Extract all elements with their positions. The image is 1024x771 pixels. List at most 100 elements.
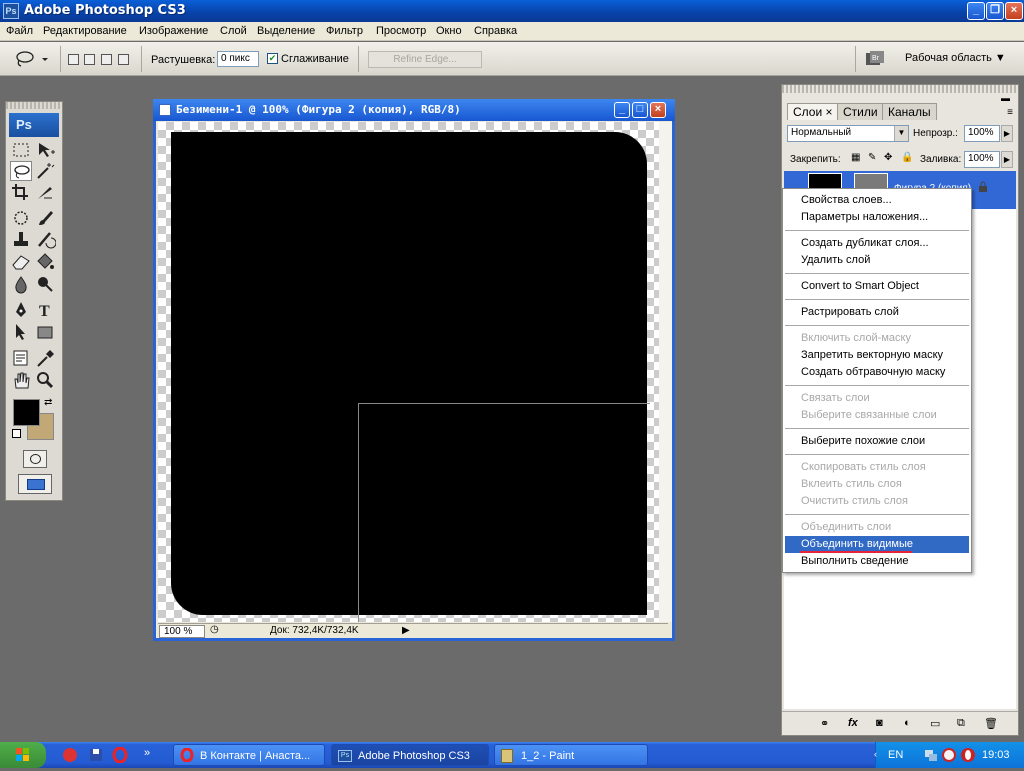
zoom-field[interactable]: 100 % — [159, 625, 205, 638]
menu-item-rasterize-layer[interactable]: Растрировать слой — [785, 304, 969, 321]
fill-field[interactable]: 100% — [964, 151, 1000, 168]
tray-network-icon[interactable] — [923, 747, 939, 763]
new-layer-icon[interactable]: ⧉ — [957, 717, 971, 730]
marquee-tool-icon[interactable] — [10, 140, 32, 160]
taskbar-button-vk[interactable]: В Контакте | Анаста... — [173, 744, 325, 766]
canvas[interactable] — [158, 122, 668, 622]
foreground-color-swatch-top[interactable] — [13, 399, 40, 426]
tray-app-icon[interactable] — [941, 747, 957, 763]
menu-file[interactable]: Файл — [6, 25, 33, 37]
new-selection-icon[interactable] — [68, 54, 79, 65]
clock[interactable]: 19:03 — [982, 749, 1010, 761]
status-info-icon[interactable]: ◷ — [210, 624, 219, 635]
blend-mode-select[interactable]: Нормальный ▼ — [787, 125, 909, 142]
antialias-checkbox[interactable]: ✔ — [267, 53, 278, 64]
crop-tool-icon[interactable] — [10, 182, 32, 202]
menu-item-create-clipping-mask[interactable]: Создать обтравочную маску — [785, 364, 969, 381]
tool-preset-picker[interactable] — [14, 50, 50, 68]
history-brush-icon[interactable] — [34, 229, 57, 249]
palette-grip[interactable] — [6, 102, 62, 109]
lock-transparent-icon[interactable]: ▦ — [851, 152, 860, 163]
panel-menu-icon[interactable]: ≡ — [1007, 107, 1013, 118]
doc-close-button[interactable]: × — [650, 102, 666, 118]
link-layers-icon[interactable]: ⚭ — [820, 717, 834, 730]
menu-window[interactable]: Окно — [436, 25, 462, 37]
doc-minimize-button[interactable]: _ — [614, 102, 630, 118]
lock-pixels-icon[interactable]: ✎ — [868, 152, 876, 163]
tab-channels[interactable]: Каналы — [882, 103, 937, 120]
new-group-icon[interactable]: ▭ — [930, 717, 944, 730]
swap-colors-icon[interactable]: ⇄ — [44, 397, 52, 408]
quick-mask-icon[interactable] — [23, 450, 47, 468]
blur-tool-icon[interactable] — [10, 274, 32, 294]
menu-filter[interactable]: Фильтр — [326, 25, 363, 37]
taskbar-button-paint[interactable]: 1_2 - Paint — [494, 744, 648, 766]
add-selection-icon[interactable] — [84, 54, 95, 65]
menu-select[interactable]: Выделение — [257, 25, 315, 37]
menu-view[interactable]: Просмотр — [376, 25, 426, 37]
menu-item-duplicate-layer[interactable]: Создать дубликат слоя... — [785, 235, 969, 252]
document-titlebar[interactable]: Безимени-1 @ 100% (Фигура 2 (копия), RGB… — [153, 99, 675, 121]
menu-item-layer-properties[interactable]: Свойства слоев... — [785, 192, 969, 209]
paint-bucket-icon[interactable] — [34, 251, 56, 271]
menu-item-flatten-image[interactable]: Выполнить сведение — [785, 553, 969, 570]
vertical-scrollbar[interactable] — [659, 122, 672, 622]
tab-styles[interactable]: Стили — [837, 103, 884, 120]
eraser-tool-icon[interactable] — [10, 251, 32, 271]
menu-image[interactable]: Изображение — [139, 25, 208, 37]
opacity-arrow-icon[interactable]: ▶ — [1001, 125, 1013, 142]
app-titlebar[interactable]: Ps Adobe Photoshop CS3 _ ❐ × — [0, 0, 1024, 22]
clone-stamp-icon[interactable] — [10, 229, 32, 249]
tray-opera-icon[interactable] — [960, 747, 976, 763]
default-colors-icon[interactable] — [12, 429, 21, 438]
panel-grip[interactable] — [782, 85, 1018, 93]
menu-help[interactable]: Справка — [474, 25, 517, 37]
lock-all-icon[interactable]: 🔒 — [901, 152, 913, 163]
lasso-tool-icon[interactable] — [10, 161, 32, 181]
opacity-field[interactable]: 100% — [964, 125, 1000, 142]
start-button[interactable] — [0, 742, 46, 768]
hand-tool-icon[interactable] — [10, 370, 32, 390]
restore-button[interactable]: ❐ — [986, 2, 1004, 20]
menu-item-delete-layer[interactable]: Удалить слой — [785, 252, 969, 269]
screen-mode-icon[interactable] — [18, 474, 52, 494]
close-button[interactable]: × — [1005, 2, 1023, 20]
doc-maximize-button[interactable]: □ — [632, 102, 648, 118]
shape-tool-icon[interactable] — [34, 322, 56, 342]
magic-wand-icon[interactable] — [34, 161, 56, 181]
fill-arrow-icon[interactable]: ▶ — [1001, 151, 1013, 168]
tray-expand-icon[interactable]: ‹ — [874, 749, 877, 759]
quicklaunch-more-icon[interactable]: » — [144, 747, 150, 759]
move-tool-icon[interactable] — [34, 140, 56, 160]
dodge-tool-icon[interactable] — [34, 274, 56, 294]
tab-layers[interactable]: Слои × — [787, 103, 839, 120]
quicklaunch-opera-icon[interactable] — [112, 746, 128, 764]
delete-layer-icon[interactable]: 🗑 — [984, 717, 998, 730]
path-selection-icon[interactable] — [10, 322, 32, 342]
quicklaunch-save-icon[interactable] — [88, 747, 104, 763]
subtract-selection-icon[interactable] — [101, 54, 112, 65]
healing-brush-icon[interactable] — [10, 208, 32, 228]
menu-item-blending-options[interactable]: Параметры наложения... — [785, 209, 969, 226]
menu-item-convert-smart-object[interactable]: Convert to Smart Object — [785, 278, 969, 295]
quicklaunch-browser-icon[interactable] — [62, 747, 78, 763]
panel-collapse-icon[interactable]: ▬ — [1001, 93, 1010, 103]
eyedropper-icon[interactable] — [34, 348, 56, 368]
taskbar-button-photoshop[interactable]: Ps Adobe Photoshop CS3 — [331, 744, 489, 766]
pen-tool-icon[interactable] — [10, 300, 32, 320]
brush-tool-icon[interactable] — [34, 208, 56, 228]
language-indicator[interactable]: EN — [888, 749, 903, 761]
refine-edge-button[interactable]: Refine Edge... — [368, 51, 482, 68]
bridge-icon[interactable]: Br — [864, 49, 886, 69]
menu-layer[interactable]: Слой — [220, 25, 247, 37]
adjustment-layer-icon[interactable]: ◐ — [904, 717, 918, 730]
zoom-tool-icon[interactable] — [34, 370, 56, 390]
workspace-menu[interactable]: Рабочая область ▼ — [905, 52, 1006, 64]
menu-item-select-similar-layers[interactable]: Выберите похожие слои — [785, 433, 969, 450]
add-mask-icon[interactable]: ◙ — [876, 717, 890, 730]
slice-tool-icon[interactable] — [34, 182, 56, 202]
minimize-button[interactable]: _ — [967, 2, 985, 20]
type-tool-icon[interactable]: T — [34, 300, 56, 320]
lock-position-icon[interactable]: ✥ — [884, 152, 892, 163]
menu-edit[interactable]: Редактирование — [43, 25, 127, 37]
